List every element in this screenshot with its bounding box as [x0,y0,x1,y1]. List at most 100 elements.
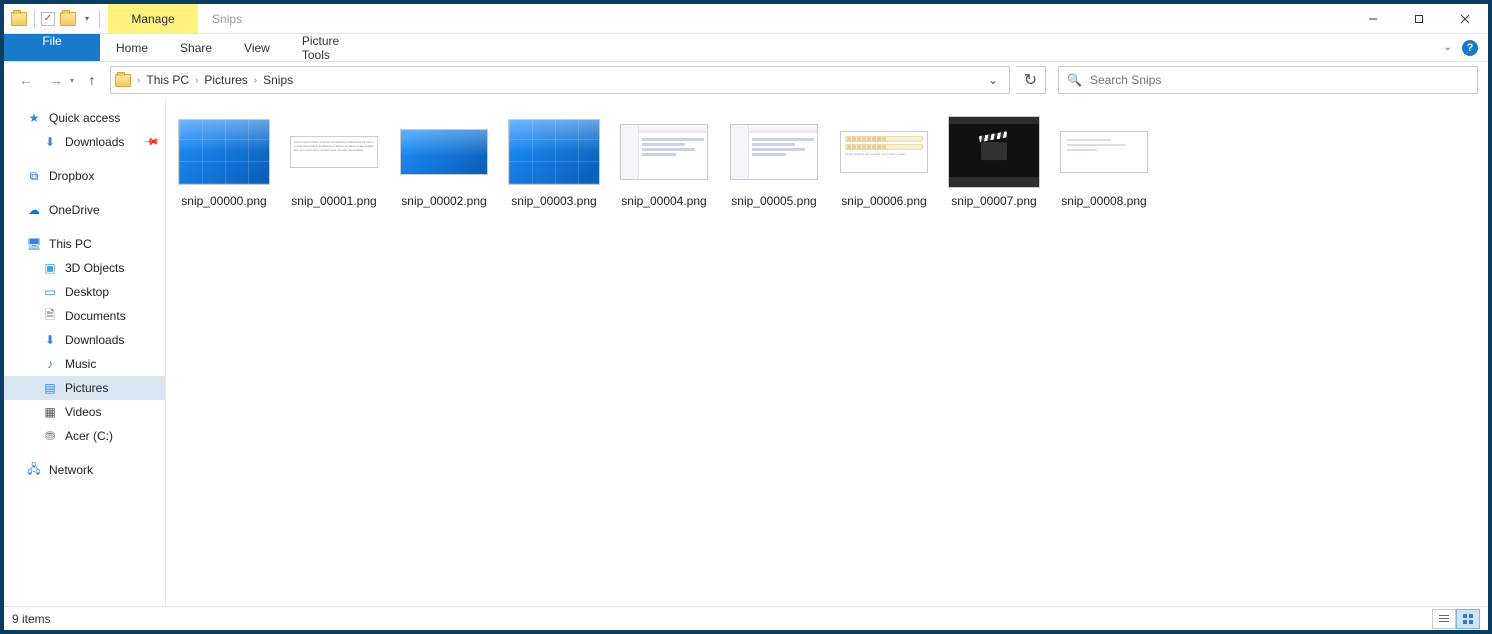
download-icon: ⬇ [42,134,58,150]
status-bar: 9 items [4,606,1488,630]
disk-icon: ⛃ [42,428,58,444]
onedrive-icon: ☁ [26,202,42,218]
nav-forward-button[interactable]: → [44,68,68,92]
sidebar-downloads[interactable]: ⬇Downloads [4,328,165,352]
body: ★Quick access ⬇Downloads📌 ⧉Dropbox ☁OneD… [4,98,1488,606]
music-icon: ♪ [42,356,58,372]
file-name: snip_00000.png [181,194,266,208]
window-controls [1350,4,1488,33]
ribbon-tabs: File Home Share View Picture Tools ⌄ ? [4,34,1488,62]
crumb-snips[interactable]: Snips [263,73,293,87]
manage-context-tab[interactable]: Manage [108,4,198,33]
pin-icon: 📌 [142,134,159,151]
minimize-button[interactable] [1350,4,1396,33]
address-folder-icon [115,74,131,87]
videos-icon: ▦ [42,404,58,420]
titlebar: ✓ ▾ Manage Snips [4,4,1488,34]
sidebar-onedrive[interactable]: ☁OneDrive [4,198,165,222]
file-name: snip_00006.png [841,194,926,208]
details-view-button[interactable] [1432,609,1456,629]
nav-history-caret[interactable]: ▾ [70,76,74,85]
thumbnails-view-button[interactable] [1456,609,1480,629]
tab-file[interactable]: File [4,34,100,61]
maximize-button[interactable] [1396,4,1442,33]
file-name: snip_00007.png [951,194,1036,208]
sidebar-this-pc[interactable]: 🖥This PC [4,232,165,256]
file-thumbnail [177,116,271,188]
dropbox-icon: ⧉ [26,168,42,184]
sidebar-desktop[interactable]: ▭Desktop [4,280,165,304]
pictures-icon: ▤ [42,380,58,396]
network-icon: 🖧 [26,462,42,478]
file-name: snip_00002.png [401,194,486,208]
file-item[interactable]: snip_00005.png [726,116,822,208]
file-item[interactable]: snip_00000.png [176,116,272,208]
help-icon[interactable]: ? [1462,40,1478,56]
file-item[interactable]: snip_00007.png [946,116,1042,208]
file-name: snip_00004.png [621,194,706,208]
document-icon: 🗎 [42,308,58,324]
sidebar-pictures[interactable]: ▤Pictures [4,376,165,400]
qat-separator [34,10,35,28]
desktop-icon: ▭ [42,284,58,300]
file-thumbnail: Lorem ipsum dolor sit amet consectetur a… [287,116,381,188]
tab-share[interactable]: Share [164,34,228,61]
address-bar[interactable]: › This PC › Pictures › Snips ⌄ [110,66,1010,94]
file-item[interactable]: config settings text sample lorem ipsum … [836,116,932,208]
file-item[interactable]: snip_00002.png [396,116,492,208]
crumb-sep-2[interactable]: › [254,75,257,86]
file-name: snip_00005.png [731,194,816,208]
refresh-button[interactable]: ↻ [1016,66,1046,94]
file-list[interactable]: snip_00000.png Lorem ipsum dolor sit amet… [166,98,1488,606]
ribbon-expand-caret[interactable]: ⌄ [1444,42,1452,53]
sidebar-documents[interactable]: 🗎Documents [4,304,165,328]
file-name: snip_00003.png [511,194,596,208]
qat-newfolder-icon[interactable] [59,10,77,28]
manage-label: Manage [131,12,174,26]
nav-back-button[interactable]: ← [14,68,38,92]
view-toggle [1432,609,1480,629]
quick-access-toolbar: ✓ ▾ [4,4,108,33]
sidebar-quick-access[interactable]: ★Quick access [4,106,165,130]
tab-picture-tools[interactable]: Picture Tools [286,34,376,61]
sidebar-downloads-pinned[interactable]: ⬇Downloads📌 [4,130,165,154]
crumb-sep-0[interactable]: › [137,75,140,86]
nav-up-button[interactable]: ↑ [80,68,104,92]
file-item[interactable]: snip_00004.png [616,116,712,208]
crumb-sep-1[interactable]: › [195,75,198,86]
file-item[interactable]: snip_00008.png [1056,116,1152,208]
search-box[interactable]: 🔍 [1058,66,1478,94]
window-title: Snips [198,4,256,33]
search-input[interactable] [1090,73,1469,87]
cube-icon: ▣ [42,260,58,276]
file-item[interactable]: snip_00003.png [506,116,602,208]
file-item[interactable]: Lorem ipsum dolor sit amet consectetur a… [286,116,382,208]
crumb-pictures[interactable]: Pictures [204,73,247,87]
qat-properties-icon[interactable]: ✓ [41,12,55,26]
sidebar-dropbox[interactable]: ⧉Dropbox [4,164,165,188]
sidebar-videos[interactable]: ▦Videos [4,400,165,424]
pc-icon: 🖥 [26,236,42,252]
file-thumbnail [1057,116,1151,188]
file-name: snip_00008.png [1061,194,1146,208]
star-icon: ★ [26,110,42,126]
file-name: snip_00001.png [291,194,376,208]
navigation-bar: ← → ▾ ↑ › This PC › Pictures › Snips ⌄ ↻… [4,62,1488,98]
qat-customize-caret[interactable]: ▾ [85,14,89,23]
sidebar-music[interactable]: ♪Music [4,352,165,376]
address-dropdown-caret[interactable]: ⌄ [981,68,1005,92]
file-thumbnail [617,116,711,188]
title-center: Manage Snips [108,4,1350,33]
file-thumbnail [727,116,821,188]
file-thumbnail [397,116,491,188]
close-button[interactable] [1442,4,1488,33]
file-thumbnail [507,116,601,188]
app-folder-icon[interactable] [10,10,28,28]
sidebar-network[interactable]: 🖧Network [4,458,165,482]
sidebar-3d-objects[interactable]: ▣3D Objects [4,256,165,280]
qat-separator-2 [99,10,100,28]
crumb-this-pc[interactable]: This PC [146,73,189,87]
sidebar-acer-c[interactable]: ⛃Acer (C:) [4,424,165,448]
tab-home[interactable]: Home [100,34,164,61]
tab-view[interactable]: View [228,34,286,61]
